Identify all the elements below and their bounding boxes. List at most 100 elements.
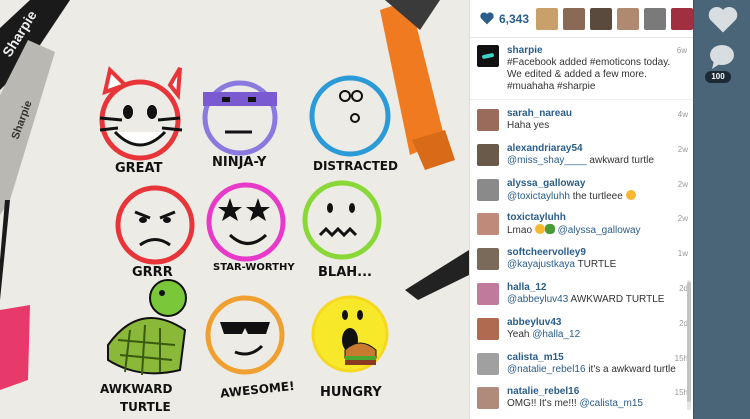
likes-count-label: 6,343 [499, 11, 530, 26]
mention-link[interactable]: @natalie_rebel16 [507, 364, 586, 375]
mention-link[interactable]: @calista_m15 [579, 398, 643, 409]
avatar[interactable] [477, 143, 499, 166]
emoticon-great: GREAT [99, 66, 183, 176]
list-item: softcheervolley9 @kayajustkaya TURTLE 1w [470, 243, 694, 278]
avatar[interactable] [477, 387, 499, 410]
mention-link[interactable]: @abbeyluv43 [507, 294, 568, 305]
emoticon-hungry: HUNGRY [311, 295, 389, 400]
svg-text:HUNGRY: HUNGRY [320, 385, 382, 400]
liker-avatar[interactable] [563, 7, 585, 30]
avatar[interactable] [477, 282, 499, 305]
comment-time: 1w [677, 249, 688, 259]
heart-icon [480, 12, 494, 25]
comment-text: @natalie_rebel16 it's a awkward turtle [507, 363, 676, 375]
comment-list: sarah_nareau Haha yes 4w alexandriaray54… [470, 104, 694, 417]
avatar[interactable] [477, 352, 499, 375]
comment-text: @kayajustkaya TURTLE [507, 259, 617, 271]
comment-count-badge: 100 [705, 71, 731, 83]
list-item: alyssa_galloway @toxictayluhh the turtle… [470, 174, 694, 209]
svg-text:DISTRACTED: DISTRACTED [313, 159, 398, 173]
emoticon-ninja: NINJA-Y [202, 80, 278, 170]
comment-text: OMG!! It's me!!! @calista_m15 [507, 398, 643, 410]
caption-time: 6w [676, 46, 687, 55]
comment-username[interactable]: abbeyluv43 [507, 317, 686, 329]
comment-time: 15h [674, 388, 688, 398]
comment-username[interactable]: softcheervolley9 [507, 247, 686, 259]
comment-text: Haha yes [507, 120, 550, 131]
svg-text:AWKWARD: AWKWARD [100, 382, 173, 396]
comment-time: 15h [674, 353, 688, 363]
caption-username[interactable]: sharpie [507, 45, 685, 57]
svg-text:AWESOME!: AWESOME! [220, 379, 296, 401]
list-item: toxictayluhh Lmao @alyssa_galloway 2w [470, 208, 694, 243]
comment-username[interactable]: alexandriaray54 [507, 143, 686, 155]
liker-avatars [536, 7, 693, 30]
laughing-emoji-icon [534, 224, 545, 235]
emoticon-awesome: AWESOME! [205, 295, 296, 401]
avatar[interactable] [477, 213, 499, 236]
avatar[interactable] [477, 317, 499, 340]
liker-avatar[interactable] [617, 7, 639, 30]
marker-cap-pink [0, 305, 30, 390]
heart-icon [708, 6, 738, 33]
svg-text:GREAT: GREAT [115, 161, 163, 176]
scrollbar-thumb[interactable] [687, 282, 691, 402]
turtle-emoji-icon [544, 224, 555, 235]
post-caption: sharpie #Facebook added #emoticons today… [470, 38, 693, 100]
sharpie-marker-grey: Sharpie [0, 40, 55, 300]
mention-link[interactable]: @alyssa_galloway [558, 225, 641, 236]
comment-username[interactable]: halla_12 [507, 282, 686, 294]
list-item: sarah_nareau Haha yes 4w [470, 104, 694, 139]
liker-avatar[interactable] [536, 7, 558, 30]
smiling-hearts-emoji-icon [625, 189, 636, 200]
comment-username[interactable]: natalie_rebel16 [507, 386, 686, 398]
list-item: calista_m15 @natalie_rebel16 it's a awkw… [470, 348, 694, 383]
liker-avatar[interactable] [590, 7, 612, 30]
list-item: abbeyluv43 Yeah @halla_12 2d [470, 313, 694, 348]
post-photo[interactable]: Sharpie Sharpie GREAT NINJA-Y DISTRACTED… [0, 0, 469, 419]
svg-text:NINJA-Y: NINJA-Y [212, 155, 267, 170]
mention-link[interactable]: @halla_12 [532, 329, 580, 340]
avatar[interactable] [477, 45, 499, 67]
liker-avatar[interactable] [671, 7, 693, 30]
comment-text: @toxictayluhh the turtleee [507, 189, 686, 203]
mention-link[interactable]: @kayajustkaya [507, 259, 575, 270]
comment-username[interactable]: sarah_nareau [507, 108, 686, 120]
emoticons-drawing: Sharpie Sharpie GREAT NINJA-Y DISTRACTED… [0, 0, 469, 414]
sharpie-marker-orange [380, 0, 455, 170]
svg-text:BLAH...: BLAH... [318, 265, 372, 280]
comment-text: Yeah @halla_12 [507, 328, 581, 340]
like-button[interactable] [708, 6, 738, 36]
mention-link[interactable]: @miss_shay____ [507, 155, 587, 166]
caption-text: #Facebook added #emoticons today. We edi… [507, 57, 671, 92]
likes-bar: 6,343 [470, 0, 693, 38]
svg-text:STAR-WORTHY: STAR-WORTHY [213, 262, 295, 273]
comments-panel: 6,343 sharpie #Facebook added #emoticons… [469, 0, 693, 419]
emoticon-star-worthy: STAR-WORTHY [206, 182, 295, 273]
comment-time: 2w [677, 179, 688, 189]
comment-button[interactable] [708, 44, 738, 74]
comment-time: 4w [677, 110, 688, 119]
list-item: halla_12 @abbeyluv43 AWKWARD TURTLE 2d [470, 278, 694, 313]
comment-username[interactable]: calista_m15 [507, 352, 686, 364]
list-item: alexandriaray54 @miss_shay____ awkward t… [470, 139, 694, 174]
mention-link[interactable]: @toxictayluhh [507, 191, 570, 202]
emoticon-awkward-turtle: AWKWARD TURTLE [100, 279, 187, 414]
svg-text:TURTLE: TURTLE [120, 400, 171, 414]
comment-username[interactable]: toxictayluhh [507, 212, 686, 224]
marker-black-right [405, 250, 469, 300]
list-item: natalie_rebel16 OMG!! It's me!!! @calist… [470, 382, 694, 417]
comment-text: Lmao @alyssa_galloway [507, 224, 641, 237]
svg-text:GRRR: GRRR [132, 265, 173, 280]
comment-time: 2w [677, 144, 688, 154]
action-rail: 100 [693, 0, 750, 419]
speech-bubble-icon [710, 45, 734, 69]
liker-avatar[interactable] [644, 7, 666, 30]
avatar[interactable] [477, 109, 499, 131]
avatar[interactable] [477, 178, 499, 201]
comment-text: @abbeyluv43 AWKWARD TURTLE [507, 293, 665, 305]
like-count[interactable]: 6,343 [480, 12, 536, 26]
comment-username[interactable]: alyssa_galloway [507, 178, 686, 190]
avatar[interactable] [477, 248, 499, 271]
emoticon-grrr: GRRR [115, 185, 195, 280]
